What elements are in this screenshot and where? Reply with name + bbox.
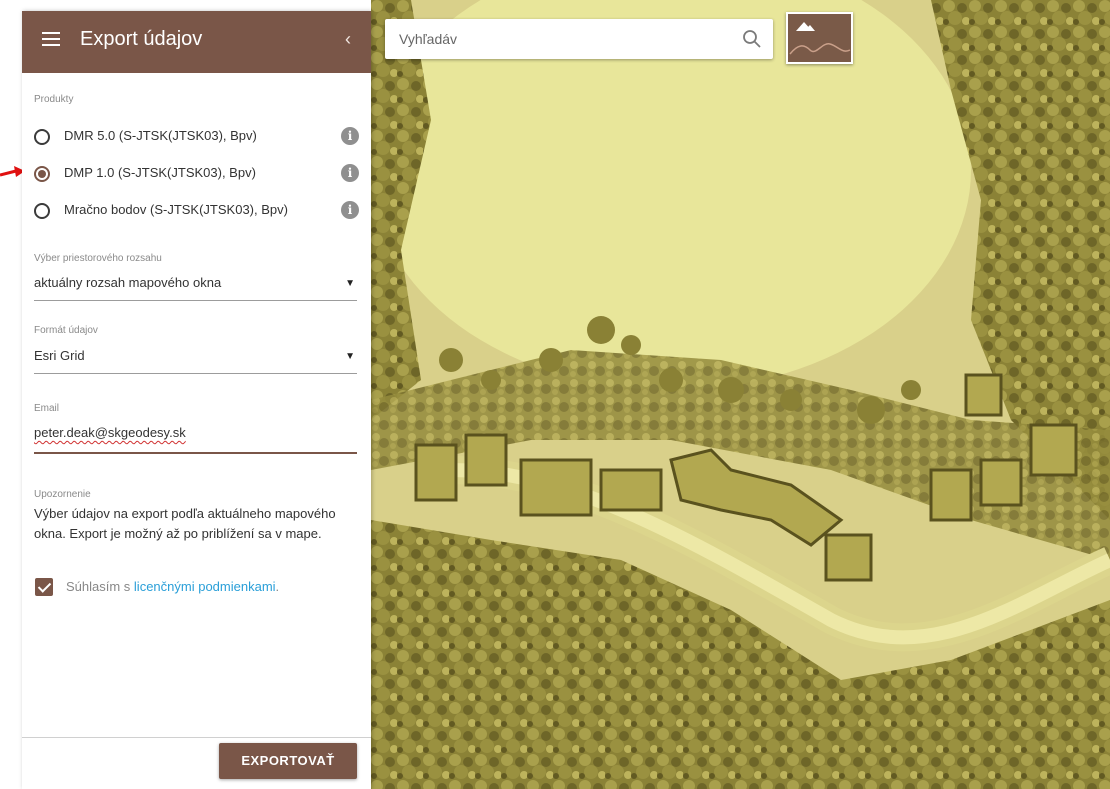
- export-button[interactable]: EXPORTOVAŤ: [219, 743, 357, 779]
- panel-header: Export údajov ‹: [22, 11, 371, 73]
- chevron-left-icon[interactable]: ‹: [345, 29, 351, 50]
- search-box: [385, 19, 773, 59]
- product-option-point-cloud[interactable]: Mračno bodov (S-JTSK(JTSK03), Bpv) i: [34, 199, 359, 223]
- terrain-layer-icon: [789, 22, 851, 55]
- consent-suffix: .: [275, 579, 280, 594]
- email-label: Email: [34, 403, 60, 414]
- hamburger-menu-icon[interactable]: [42, 32, 60, 48]
- radio-button-selected[interactable]: [34, 166, 50, 182]
- dropdown-arrow-icon: ▼: [345, 278, 355, 289]
- layer-switcher-button[interactable]: [786, 12, 853, 64]
- search-input[interactable]: [399, 19, 729, 59]
- email-input-value[interactable]: peter.deak@skgeodesy.sk: [34, 425, 186, 440]
- license-consent: Súhlasím s licenčnými podmienkami.: [66, 579, 279, 594]
- map-view[interactable]: [371, 0, 1110, 789]
- product-option-label: Mračno bodov (S-JTSK(JTSK03), Bpv): [64, 202, 288, 217]
- radio-button[interactable]: [34, 203, 50, 219]
- search-icon[interactable]: [741, 28, 763, 50]
- extent-select-value: aktuálny rozsah mapového okna: [34, 275, 222, 290]
- notice-label: Upozornenie: [34, 489, 91, 500]
- consent-prefix: Súhlasím s: [66, 579, 134, 594]
- product-option-label: DMR 5.0 (S-JTSK(JTSK03), Bpv): [64, 128, 257, 143]
- footer-divider: [22, 737, 371, 738]
- products-label: Produkty: [34, 94, 74, 105]
- format-label: Formát údajov: [34, 325, 98, 336]
- license-checkbox[interactable]: [35, 578, 53, 596]
- format-select-value: Esri Grid: [34, 348, 85, 363]
- info-icon[interactable]: i: [341, 201, 359, 219]
- email-field[interactable]: peter.deak@skgeodesy.sk: [34, 418, 357, 454]
- product-option-dmr[interactable]: DMR 5.0 (S-JTSK(JTSK03), Bpv) i: [34, 125, 359, 149]
- extent-select[interactable]: aktuálny rozsah mapového okna ▼: [34, 270, 357, 301]
- license-terms-link[interactable]: licenčnými podmienkami: [134, 579, 276, 594]
- info-icon[interactable]: i: [341, 127, 359, 145]
- dropdown-arrow-icon: ▼: [345, 351, 355, 362]
- info-icon[interactable]: i: [341, 164, 359, 182]
- format-select[interactable]: Esri Grid ▼: [34, 343, 357, 374]
- notice-text: Výber údajov na export podľa aktuálneho …: [34, 506, 336, 541]
- radio-button[interactable]: [34, 129, 50, 145]
- extent-label: Výber priestorového rozsahu: [34, 253, 162, 264]
- product-option-dmp[interactable]: DMP 1.0 (S-JTSK(JTSK03), Bpv) i: [34, 162, 359, 186]
- export-panel: Export údajov ‹ Produkty DMR 5.0 (S-JTSK…: [22, 11, 371, 789]
- product-option-label: DMP 1.0 (S-JTSK(JTSK03), Bpv): [64, 165, 256, 180]
- panel-title: Export údajov: [80, 28, 203, 50]
